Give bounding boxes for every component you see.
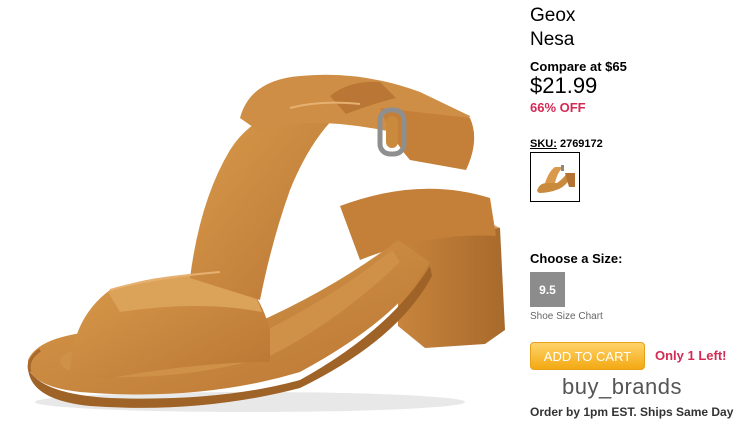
product-info-panel: Geox Nesa Compare at $65 $21.99 66% OFF … [530,0,736,419]
add-to-cart-button[interactable]: ADD TO CART [530,342,645,370]
size-option-button[interactable]: 9.5 [530,272,565,307]
sale-price: $21.99 [530,73,598,98]
stock-status: Only 1 Left! [655,348,727,363]
product-thumbnail[interactable] [530,152,580,202]
product-model: Nesa [530,29,575,50]
sku-label: SKU: [530,138,557,150]
product-image [0,0,520,419]
sku-line: SKU: 2769172 [530,138,603,150]
sandal-image [27,74,505,412]
sku-value: 2769172 [559,138,603,150]
size-selector-title: Choose a Size: [530,251,623,266]
size-chart-link[interactable]: Shoe Size Chart [530,311,603,322]
shipping-note: Order by 1pm EST. Ships Same Day [530,405,734,419]
brand-name: Geox [530,5,576,26]
sandal-thumbnail-icon [537,165,575,193]
discount-badge: 66% OFF [530,100,586,115]
seller-name: buy_brands [562,374,682,399]
